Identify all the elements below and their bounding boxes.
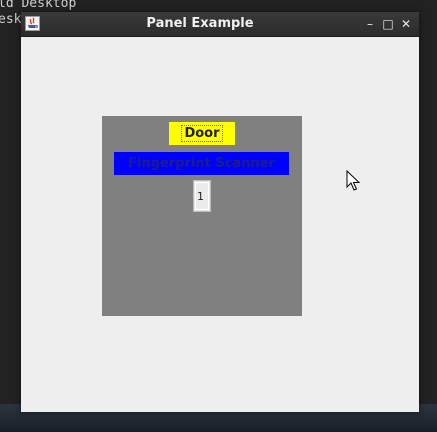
- gray-panel: Door Fingerprint Scanner: [102, 116, 302, 316]
- mouse-pointer-icon: [346, 170, 360, 191]
- terminal-text-line: ld Desktop: [0, 0, 77, 11]
- content-pane: Door Fingerprint Scanner: [21, 37, 419, 412]
- number-text-field[interactable]: [195, 182, 209, 210]
- terminal-text-line: esk: [0, 12, 22, 27]
- panel-example-window[interactable]: Panel Example – □ ✕ Door Fingerprint Sca…: [21, 12, 419, 412]
- window-title: Panel Example: [146, 16, 254, 31]
- title-bar[interactable]: Panel Example – □ ✕: [21, 12, 419, 37]
- fingerprint-scanner-label[interactable]: Fingerprint Scanner: [114, 152, 289, 175]
- minimize-button[interactable]: –: [363, 16, 377, 32]
- close-button[interactable]: ✕: [399, 16, 413, 32]
- number-field-container: [193, 180, 211, 212]
- door-label[interactable]: Door: [169, 122, 235, 145]
- door-label-text: Door: [181, 125, 223, 142]
- maximize-button[interactable]: □: [381, 16, 395, 32]
